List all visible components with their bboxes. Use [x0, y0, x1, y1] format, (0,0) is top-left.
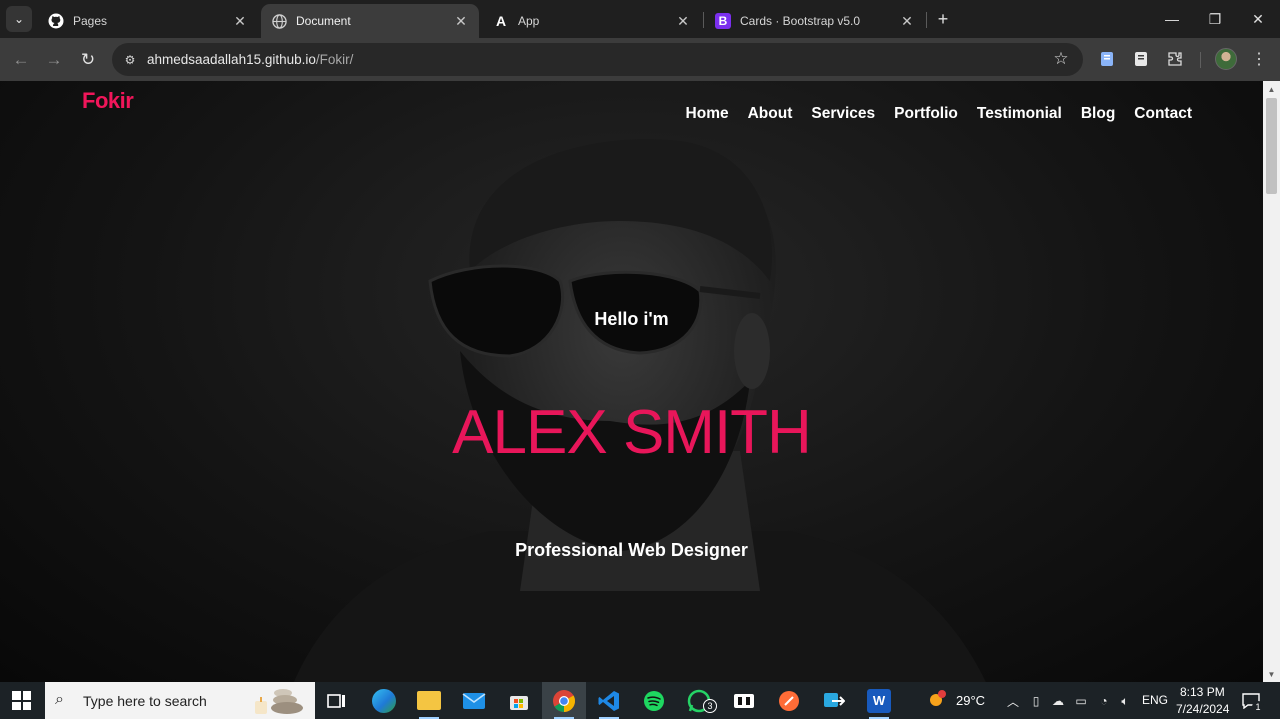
- mail-icon[interactable]: [452, 682, 496, 719]
- windows-taskbar: ⌕ Type here to search 3 W 29°C ︿ ▯ ☁ ▭ ◔…: [0, 682, 1280, 719]
- extensions-puzzle-icon[interactable]: [1165, 49, 1185, 69]
- back-icon[interactable]: ←: [8, 47, 34, 73]
- hero-greeting: Hello i'm: [594, 309, 669, 329]
- send-app-icon[interactable]: [812, 682, 856, 719]
- tab-search-button[interactable]: ⌄: [6, 6, 32, 32]
- page-scrollbar[interactable]: ▲ ▼: [1263, 81, 1280, 682]
- nav-portfolio[interactable]: Portfolio: [894, 105, 958, 123]
- wifi-icon[interactable]: ◔: [1096, 693, 1112, 709]
- nav-testimonial[interactable]: Testimonial: [977, 105, 1062, 123]
- search-highlight-image: [255, 689, 303, 714]
- scroll-up-icon[interactable]: ▲: [1263, 81, 1280, 97]
- search-placeholder: Type here to search: [83, 693, 207, 709]
- tab-separator: [703, 12, 704, 28]
- profile-avatar[interactable]: [1215, 48, 1237, 70]
- address-bar[interactable]: ⚙ ahmedsaadallah15.github.io/Fokir/ ☆: [112, 43, 1083, 76]
- search-icon: ⌕: [55, 691, 64, 708]
- close-window-icon[interactable]: ✕: [1237, 0, 1279, 38]
- url-path: /Fokir/: [315, 52, 354, 67]
- restore-icon[interactable]: ❐: [1194, 0, 1236, 38]
- tab-app[interactable]: A App ✕: [483, 4, 701, 38]
- bootstrap-icon: B: [715, 13, 731, 29]
- battery-icon[interactable]: ▭: [1073, 693, 1089, 709]
- chrome-icon[interactable]: [542, 682, 586, 719]
- site-info-icon[interactable]: ⚙: [120, 50, 140, 70]
- weather-icon[interactable]: [928, 690, 948, 710]
- nav-services[interactable]: Services: [811, 105, 875, 123]
- tab-label: App: [518, 14, 540, 28]
- chevron-up-icon[interactable]: ︿: [1005, 693, 1021, 709]
- letter-a-icon: A: [495, 13, 507, 29]
- browser-toolbar: ← → ↻ ⚙ ahmedsaadallah15.github.io/Fokir…: [0, 38, 1280, 81]
- tab-close-icon[interactable]: ✕: [899, 13, 915, 29]
- extension-notes-icon[interactable]: [1131, 49, 1151, 69]
- volume-icon[interactable]: 🔈︎: [1117, 693, 1133, 709]
- task-view-icon[interactable]: [315, 682, 359, 719]
- tab-cards-bootstrap[interactable]: B Cards · Bootstrap v5.0 ✕: [705, 4, 925, 38]
- file-explorer-icon[interactable]: [407, 682, 451, 719]
- tab-separator: [926, 12, 927, 28]
- nav-blog[interactable]: Blog: [1081, 105, 1115, 123]
- url-text[interactable]: ahmedsaadallah15.github.io/Fokir/: [147, 52, 353, 67]
- clock-time[interactable]: 8:13 PM: [1180, 685, 1225, 699]
- whatsapp-badge: 3: [703, 699, 717, 713]
- spotify-icon[interactable]: [632, 682, 676, 719]
- nav-home[interactable]: Home: [686, 105, 729, 123]
- tab-pages[interactable]: Pages ✕: [38, 4, 258, 38]
- scroll-down-icon[interactable]: ▼: [1263, 666, 1280, 682]
- input-language[interactable]: ENG: [1142, 693, 1168, 707]
- site-logo[interactable]: Fokir: [82, 88, 134, 114]
- tab-close-icon[interactable]: ✕: [232, 13, 248, 29]
- store-icon[interactable]: [497, 682, 541, 719]
- bookmark-star-icon[interactable]: ☆: [1051, 49, 1071, 69]
- nav-about[interactable]: About: [748, 105, 793, 123]
- weather-temp[interactable]: 29°C: [956, 693, 985, 708]
- scrollbar-thumb[interactable]: [1266, 98, 1277, 194]
- postman-icon[interactable]: [767, 682, 811, 719]
- clock-date[interactable]: 7/24/2024: [1176, 702, 1229, 716]
- notification-count: 1: [1252, 701, 1264, 713]
- onedrive-icon[interactable]: ☁: [1050, 693, 1066, 709]
- hero-role: Professional Web Designer: [515, 540, 748, 560]
- minimize-icon[interactable]: —: [1151, 0, 1193, 38]
- kebab-menu-icon[interactable]: ⋮: [1249, 49, 1269, 69]
- browser-tab-bar: ⌄ Pages ✕ Document ✕ A App ✕ B Cards · B…: [0, 0, 1280, 38]
- tab-close-icon[interactable]: ✕: [675, 13, 691, 29]
- globe-icon: [271, 13, 287, 29]
- tab-label: Document: [296, 14, 351, 28]
- word-icon[interactable]: W: [857, 682, 901, 719]
- main-nav: Home About Services Portfolio Testimonia…: [686, 105, 1192, 123]
- reload-icon[interactable]: ↻: [75, 47, 101, 73]
- page-viewport: Fokir Home About Services Portfolio Test…: [0, 81, 1263, 682]
- toolbar-separator: [1200, 52, 1201, 68]
- hero-name: ALEX SMITH: [452, 398, 812, 467]
- meet-now-icon[interactable]: ▯: [1028, 693, 1044, 709]
- whatsapp-icon[interactable]: 3: [677, 682, 721, 719]
- tab-label: Cards · Bootstrap v5.0: [740, 14, 861, 28]
- nav-contact[interactable]: Contact: [1134, 105, 1192, 123]
- new-tab-button[interactable]: +: [932, 8, 954, 30]
- tab-document[interactable]: Document ✕: [261, 4, 479, 38]
- forward-icon[interactable]: →: [41, 47, 67, 73]
- url-host: ahmedsaadallah15.github.io: [147, 52, 316, 67]
- tab-close-icon[interactable]: ✕: [453, 13, 469, 29]
- tab-label: Pages: [73, 14, 108, 28]
- extension-docs-icon[interactable]: [1097, 49, 1117, 69]
- vscode-icon[interactable]: [587, 682, 631, 719]
- windows-start-icon[interactable]: [12, 691, 31, 710]
- github-icon: [48, 13, 64, 29]
- media-player-icon[interactable]: [722, 682, 766, 719]
- edge-icon[interactable]: [362, 682, 406, 719]
- taskbar-search[interactable]: ⌕ Type here to search: [45, 682, 315, 719]
